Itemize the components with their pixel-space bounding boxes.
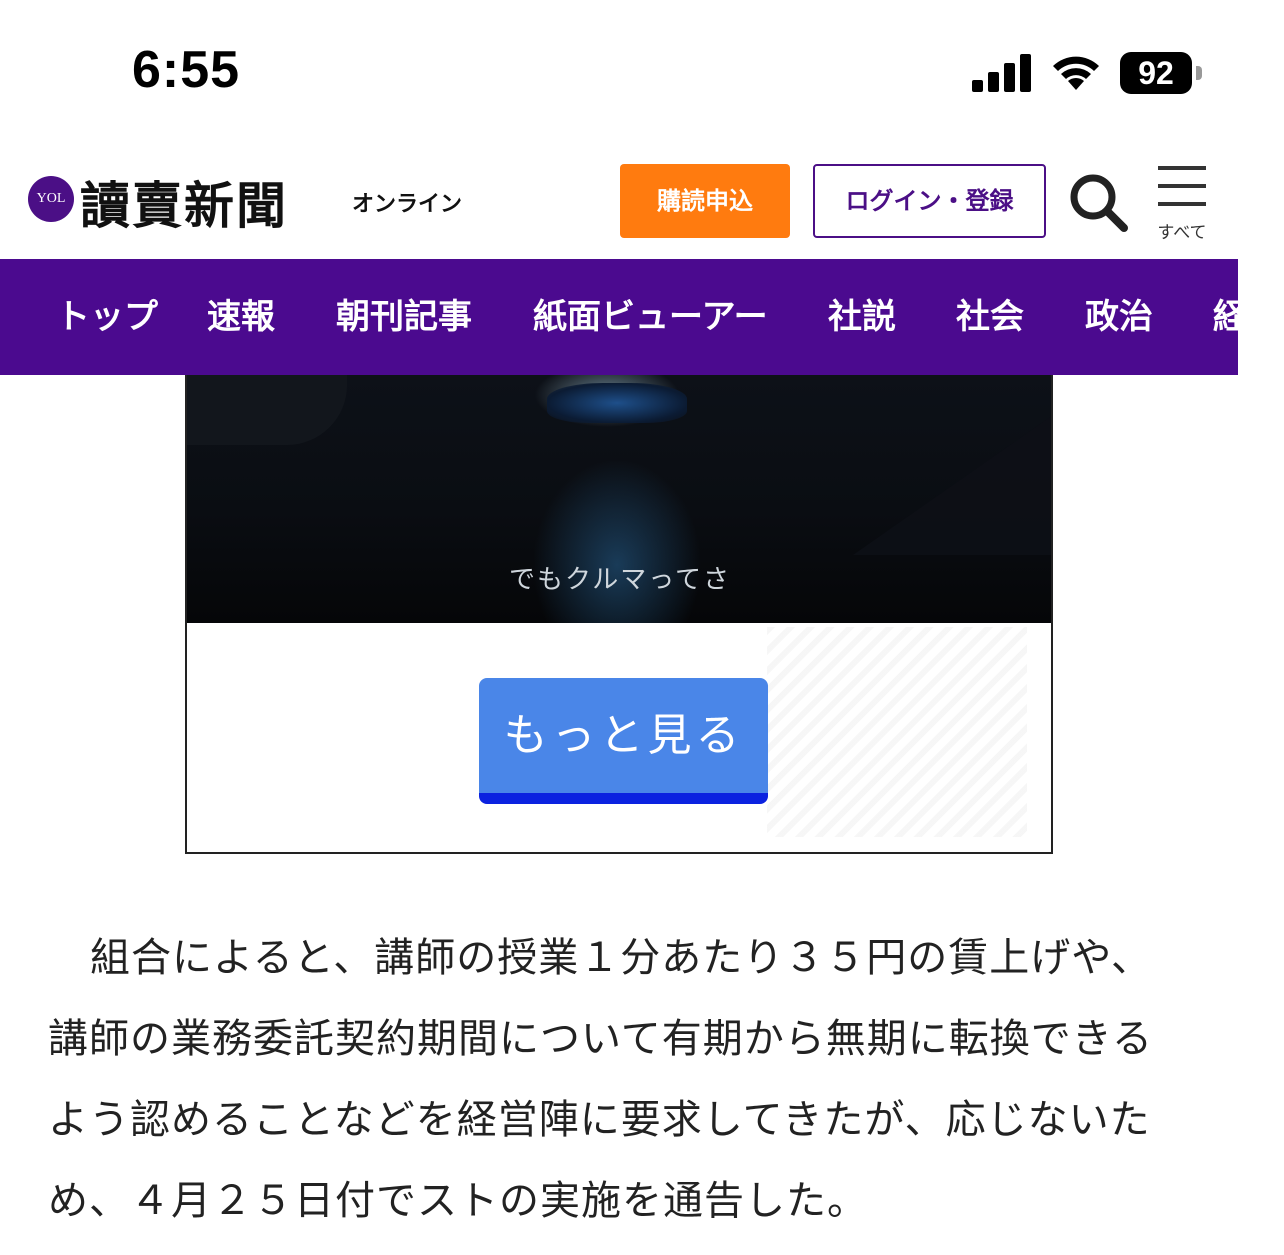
nav-item-breaking[interactable]: 速報	[207, 259, 275, 375]
ad-background-art	[767, 627, 1027, 837]
ad-video-shadow	[187, 375, 347, 445]
see-more-button[interactable]: もっと見る	[479, 678, 768, 804]
nav-item-society[interactable]: 社会	[956, 259, 1024, 375]
menu-button[interactable]: すべて	[1152, 162, 1212, 243]
ad-video[interactable]: でもクルマってさ	[187, 375, 1051, 623]
ad-container: でもクルマってさ もっと見る	[185, 375, 1053, 854]
nav-item-economy[interactable]: 経	[1213, 259, 1238, 375]
nav-item-top[interactable]: トップ	[56, 259, 158, 375]
hamburger-menu-icon	[1158, 166, 1206, 206]
nav-item-politics[interactable]: 政治	[1085, 259, 1153, 375]
battery-level: 92	[1120, 52, 1192, 94]
status-bar: 6:55 92	[0, 0, 1284, 140]
wifi-icon	[1053, 56, 1099, 90]
subscribe-button[interactable]: 購読申込	[620, 164, 790, 238]
ad-car-image	[547, 383, 687, 423]
logo-badge[interactable]: YOL	[28, 176, 74, 222]
battery-icon: 92	[1120, 52, 1204, 94]
article-paragraph: 組合によると、講師の授業１分あたり３５円の賃上げや、講師の業務委託契約期間につい…	[48, 935, 1153, 1224]
ad-caption: でもクルマってさ	[509, 565, 731, 595]
ad-video-wall	[853, 415, 1051, 555]
menu-label: すべて	[1157, 223, 1207, 243]
login-register-button[interactable]: ログイン・登録	[813, 164, 1046, 238]
nav-item-editorial[interactable]: 社説	[828, 259, 896, 375]
site-header: YOL 讀賣新聞 オンライン 購読申込 ログイン・登録 すべて	[0, 140, 1284, 260]
nav-item-paper-viewer[interactable]: 紙面ビューアー	[533, 259, 768, 375]
signal-bars-icon	[972, 54, 1031, 92]
search-button[interactable]	[1066, 170, 1130, 234]
screen: 6:55 92 YOL 讀賣新聞 オンライン 購読申込 ログイン・登録 すべて …	[0, 0, 1284, 1255]
category-nav: トップ 速報 朝刊記事 紙面ビューアー 社説 社会 政治 経	[0, 259, 1238, 375]
logo-subtitle: オンライン	[352, 192, 463, 217]
nav-item-morning-edition[interactable]: 朝刊記事	[336, 259, 472, 375]
status-time: 6:55	[132, 41, 241, 99]
battery-cap	[1196, 66, 1202, 80]
search-icon	[1070, 174, 1128, 232]
logo-wordmark[interactable]: 讀賣新聞	[80, 166, 288, 238]
